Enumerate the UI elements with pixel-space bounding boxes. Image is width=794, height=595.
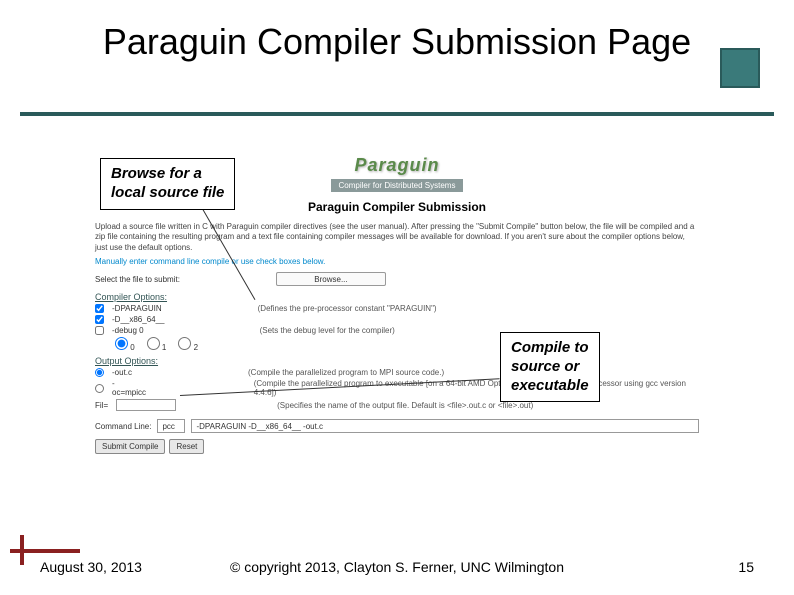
header-decor-line	[20, 112, 774, 116]
opt-x86-label: -D__x86_64__	[112, 315, 164, 324]
opt-outc-desc: (Compile the parallelized program to MPI…	[248, 368, 444, 377]
checkbox-debug[interactable]	[95, 326, 104, 335]
output-filename-input[interactable]	[116, 399, 176, 411]
radio-debug-0[interactable]	[115, 337, 128, 350]
footer-date: August 30, 2013	[40, 559, 142, 575]
checkbox-x86[interactable]	[95, 315, 104, 324]
submit-compile-button[interactable]: Submit Compile	[95, 439, 165, 454]
radio-outc[interactable]	[95, 368, 104, 377]
callout-compile: Compile to source or executable	[500, 332, 600, 402]
radio-debug-1[interactable]	[147, 337, 160, 350]
form-intro-text: Upload a source file written in C with P…	[95, 222, 699, 253]
opt-outc-label: -out.c	[112, 368, 132, 377]
checkbox-dparaguin[interactable]	[95, 304, 104, 313]
paraguin-logo-subtitle: Compiler for Distributed Systems	[331, 179, 464, 192]
opt-debug-label: -debug 0	[112, 326, 144, 335]
callout-browse: Browse for a local source file	[100, 158, 235, 210]
cmd-line-label: Command Line:	[95, 422, 151, 431]
opt-dparaguin-desc: (Defines the pre-processor constant "PAR…	[258, 304, 437, 313]
radio-debug-2[interactable]	[178, 337, 191, 350]
opt-dparaguin-label: -DPARAGUIN	[112, 304, 162, 313]
footer-page-number: 15	[738, 559, 754, 575]
opt-debug-desc: (Sets the debug level for the compiler)	[260, 326, 395, 335]
cmd-line-input[interactable]: -DPARAGUIN -D__x86_64__ -out.c	[191, 419, 699, 433]
form-hint-text: Manually enter command line compile or u…	[95, 257, 699, 266]
compiler-options-label: Compiler Options:	[95, 292, 699, 302]
opt-compile-label: -oc=mpicc	[112, 379, 148, 397]
file-select-label: Select the file to submit:	[95, 275, 180, 284]
slide-title: Paraguin Compiler Submission Page	[0, 20, 794, 63]
footer-decor-horiz	[10, 549, 80, 553]
reset-button[interactable]: Reset	[169, 439, 204, 454]
opt-fil-label: Fil=	[95, 401, 108, 410]
opt-fil-desc: (Specifies the name of the output file. …	[277, 401, 533, 410]
browse-button[interactable]: Browse...	[276, 272, 386, 286]
cmd-pcc-box: pcc	[157, 419, 185, 433]
output-options-label: Output Options:	[95, 356, 699, 366]
radio-oc-mpicc[interactable]	[95, 384, 104, 393]
